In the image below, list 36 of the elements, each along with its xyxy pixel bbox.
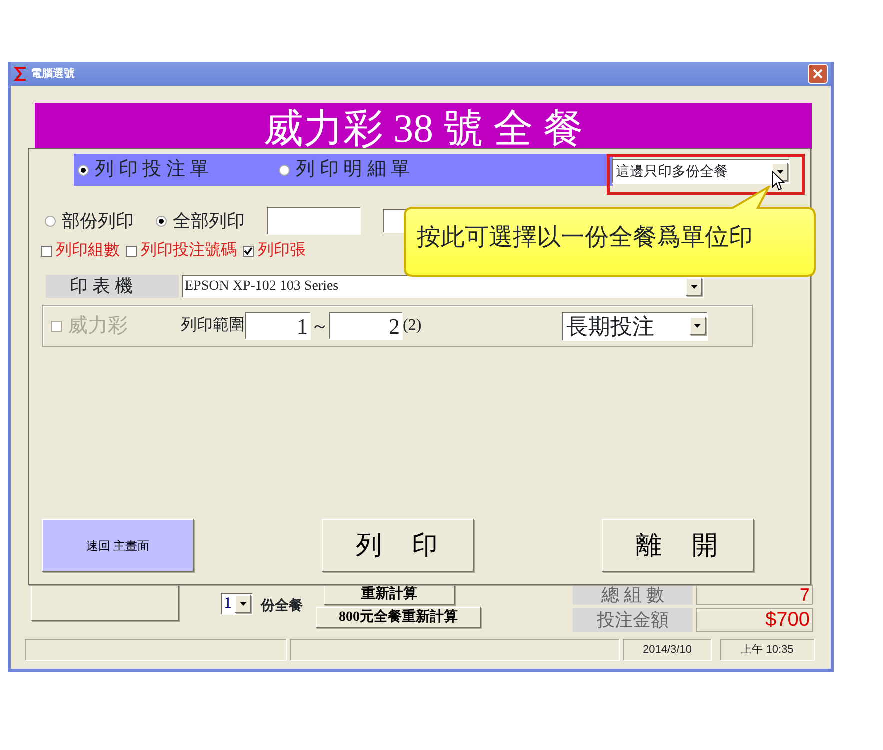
range-label: 列印範圍 <box>181 316 245 336</box>
total-label: 投注金額 <box>573 608 693 632</box>
close-button[interactable] <box>808 64 828 84</box>
window-title: 電腦選號 <box>31 66 75 82</box>
total-value: $700 <box>696 608 813 632</box>
action-button[interactable]: 離 開 <box>602 519 754 572</box>
mode-radio[interactable]: 列 印 投 注 單 <box>78 156 209 184</box>
tooltip-text: 按此可選擇以一份全餐爲單位印 <box>417 223 753 253</box>
print-option-checkbox[interactable]: 列印張 <box>243 239 306 263</box>
range-radio[interactable]: 部份列印 <box>45 208 134 234</box>
input-field[interactable] <box>267 207 361 235</box>
recalc-button[interactable]: 重新計算 <box>324 585 455 605</box>
mode-radio[interactable]: 列 印 明 細 單 <box>279 156 410 184</box>
total-label: 總 組 數 <box>573 585 693 605</box>
close-icon[interactable] <box>813 69 823 79</box>
sigma-icon <box>14 67 28 81</box>
printer-label: 印 表 機 <box>46 275 179 298</box>
sets-dropdown[interactable]: 1 <box>221 593 253 615</box>
print-option-checkbox[interactable]: 列印投注號碼 <box>126 239 237 263</box>
checkmark-icon <box>244 246 253 256</box>
home-button[interactable]: 速回 主畫面 <box>42 519 194 572</box>
cursor-icon <box>772 171 785 191</box>
sets-label: 份全餐 <box>261 597 303 616</box>
term-dropdown[interactable]: 長期投注 <box>562 312 708 340</box>
input-field[interactable]: 1 <box>245 312 311 340</box>
input-field[interactable]: 2 <box>329 312 403 340</box>
status-panel: 2014/3/10 <box>623 639 712 661</box>
copy-dropdown[interactable]: 這邊只印多份全餐 <box>612 159 790 184</box>
recalc-button[interactable]: 800元全餐重新計算 <box>316 607 481 628</box>
status-panel: 上午 10:35 <box>720 639 815 661</box>
print-option-checkbox[interactable]: 列印組數 <box>41 239 120 263</box>
range-separator: ～ <box>311 314 329 338</box>
action-button[interactable]: 列 印 <box>322 519 474 572</box>
range-radio[interactable]: 全部列印 <box>156 208 245 234</box>
range-count: (2) <box>403 316 422 336</box>
printer-dropdown[interactable]: EPSON XP-102 103 Series <box>182 275 704 298</box>
